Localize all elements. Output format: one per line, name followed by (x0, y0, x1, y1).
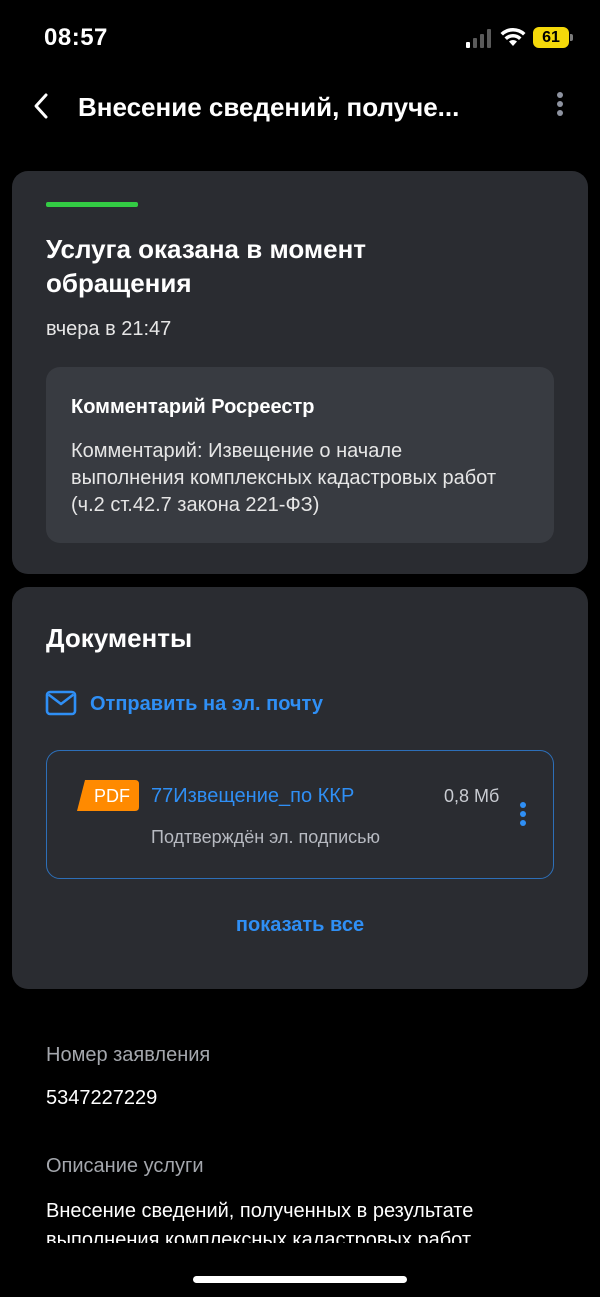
back-chevron-icon[interactable] (30, 90, 54, 122)
status-indicator-bar (46, 202, 138, 207)
document-more-icon[interactable] (516, 802, 530, 832)
service-description-label: Описание услуги (46, 1155, 204, 1177)
document-signature-status: Подтверждён эл. подписью (151, 827, 381, 847)
document-size: 0,8 Мб (444, 786, 500, 806)
documents-title: Документы (46, 623, 193, 653)
more-vertical-icon[interactable] (552, 92, 568, 122)
home-indicator[interactable] (193, 1276, 407, 1283)
application-number-label: Номер заявления (46, 1044, 211, 1066)
service-status-card: Услуга оказана в момент обращения вчера … (12, 171, 588, 574)
document-name[interactable]: 77Извещение_по ККР (151, 785, 354, 808)
status-title: Услуга оказана в момент обращения (46, 234, 367, 298)
status-bar: 08:57 61 (0, 0, 600, 76)
status-date: вчера в 21:47 (46, 318, 172, 340)
comment-text: Комментарий: Извещение о начале выполнен… (71, 440, 496, 516)
service-description: Внесение сведений, полученных в результа… (46, 1200, 474, 1243)
navigation-bar: Внесение сведений, получе... (0, 76, 600, 136)
document-item[interactable]: PDF 77Извещение_по ККР 0,8 Мб Подтверждё… (46, 750, 554, 879)
wifi-icon (500, 27, 526, 46)
status-time: 08:57 (44, 24, 108, 51)
battery-icon: 61 (533, 27, 573, 48)
envelope-icon[interactable] (45, 690, 77, 716)
comment-box: Комментарий Росреестр Комментарий: Извещ… (46, 367, 554, 543)
page-title: Внесение сведений, получе... (78, 92, 460, 122)
show-all-button[interactable]: показать все (12, 914, 588, 937)
documents-card: Документы Отправить на эл. почту PDF 77И… (12, 587, 588, 989)
comment-title: Комментарий Росреестр (71, 396, 315, 418)
send-to-email-link[interactable]: Отправить на эл. почту (90, 693, 323, 716)
application-number: 5347227229 (46, 1087, 158, 1109)
cellular-signal-icon (466, 28, 492, 48)
pdf-file-icon: PDF (77, 780, 139, 811)
pdf-badge-label: PDF (94, 786, 130, 806)
